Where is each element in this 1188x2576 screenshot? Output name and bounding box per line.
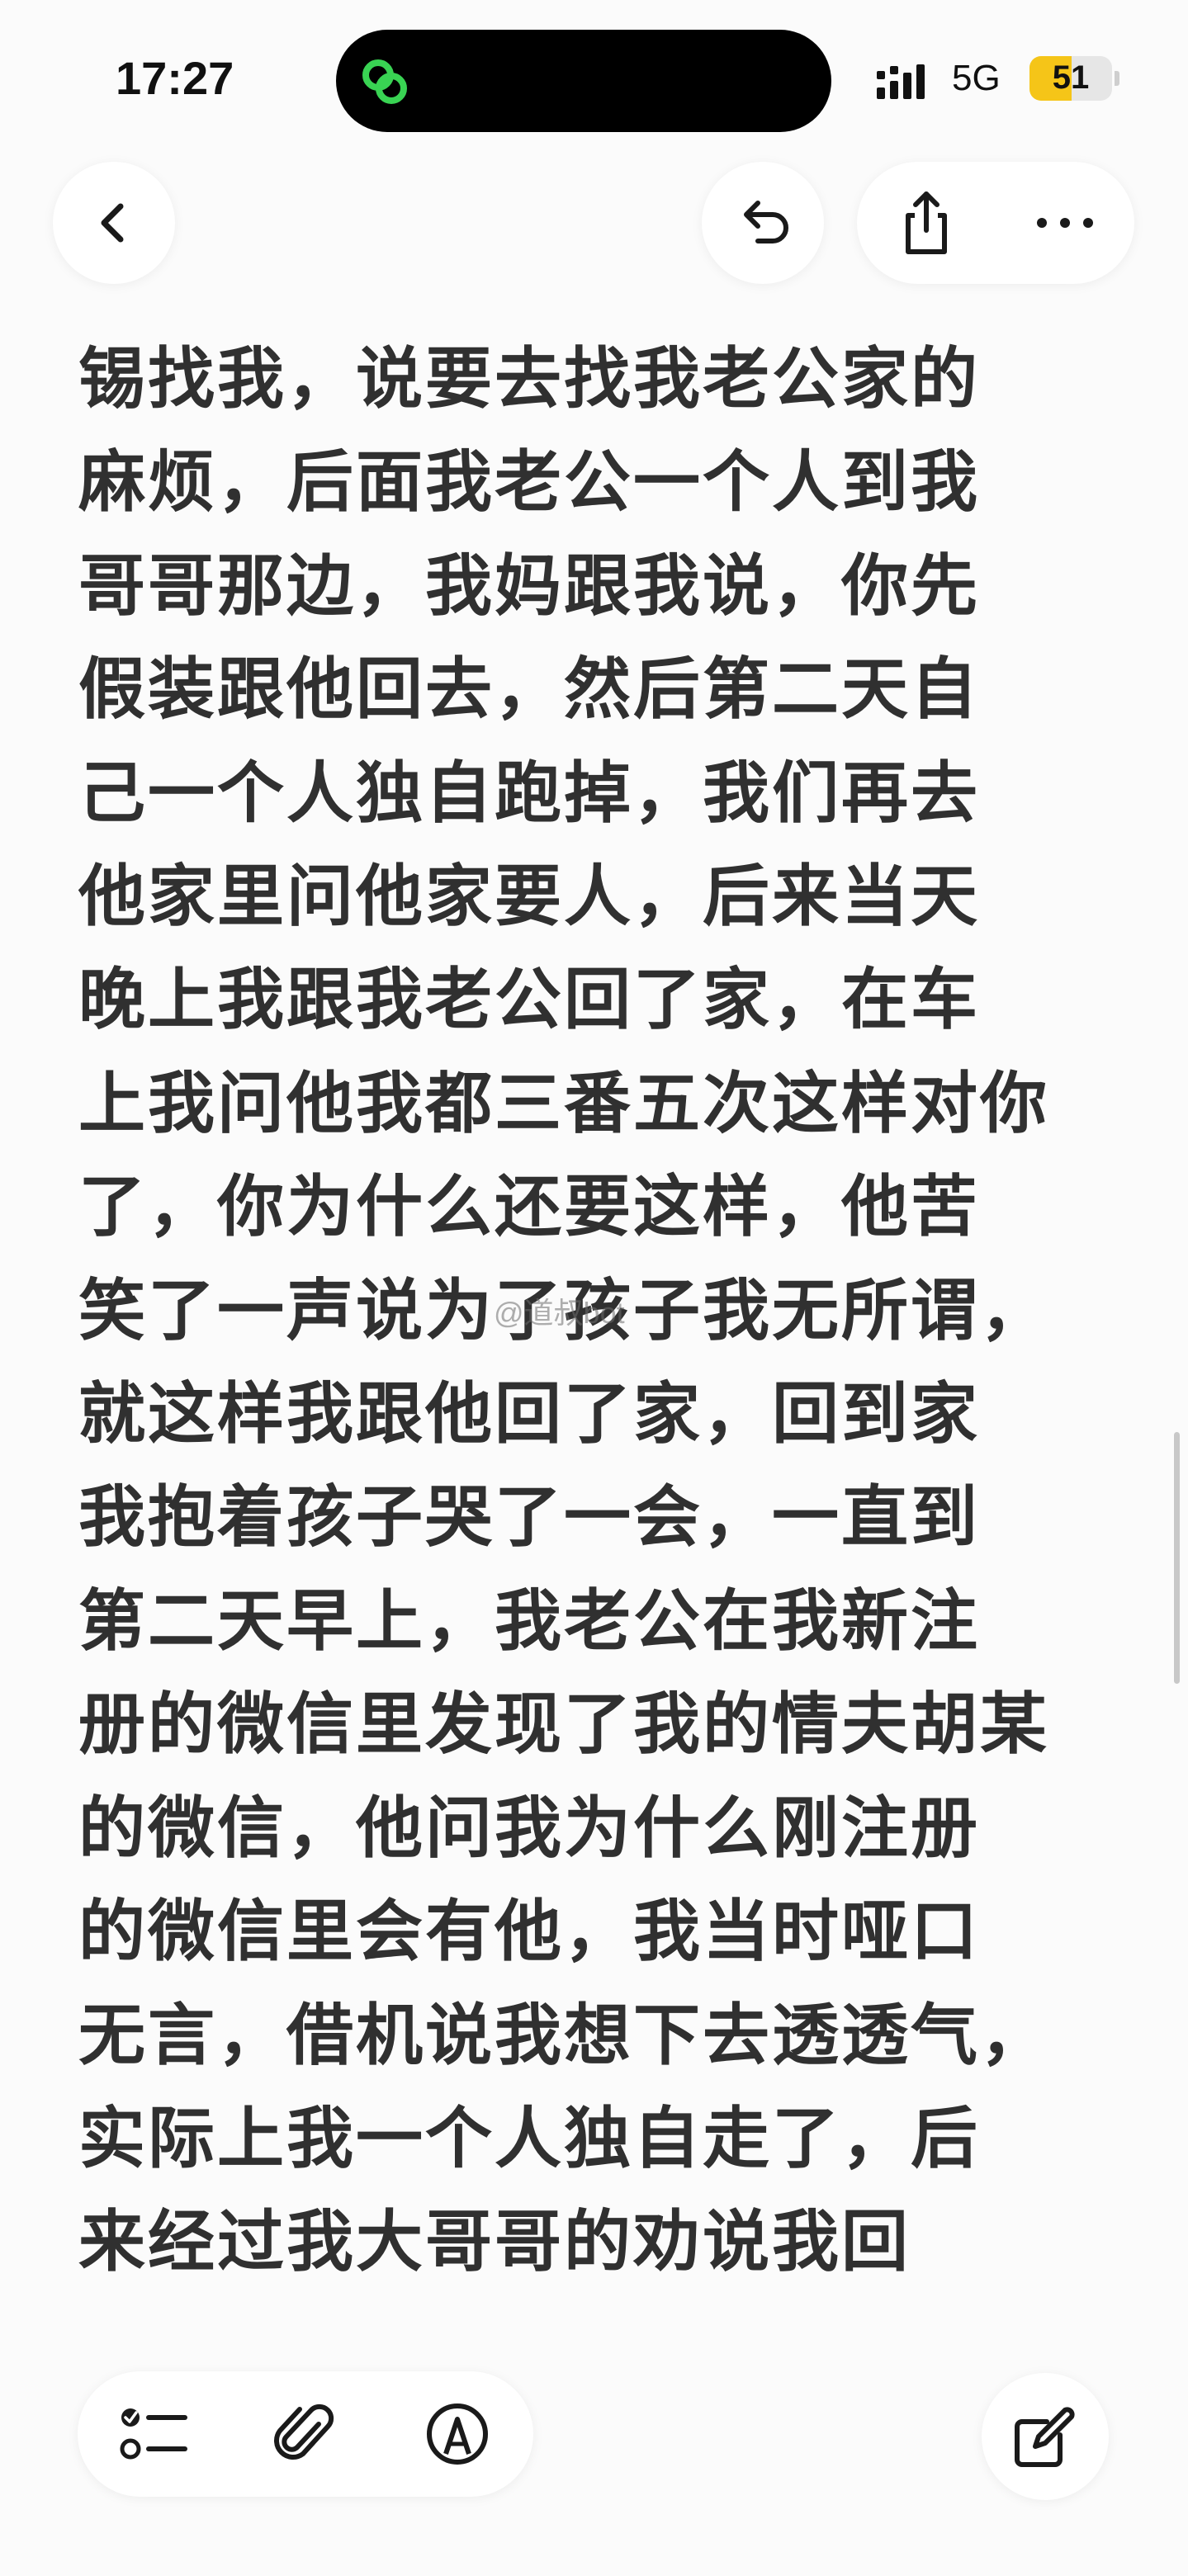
note-line: 了，你为什么还要这样，他苦 (78, 1169, 981, 1247)
scroll-indicator[interactable] (1174, 1432, 1180, 1684)
note-line: 假装跟他回去，然后第二天自 (78, 651, 981, 730)
note-line: 麻烦，后面我老公一个人到我 (78, 444, 981, 522)
note-line: 来经过我大哥哥的劝说我回 (78, 2204, 911, 2282)
note-line: 我抱着孩子哭了一会，一直到 (78, 1479, 981, 1557)
note-line: 无言，借机说我想下去透透气， (78, 1997, 1050, 2075)
more-button[interactable] (996, 162, 1134, 284)
checklist-button[interactable] (78, 2371, 230, 2497)
status-bar: 17:27 5G 51 (0, 0, 1188, 149)
compose-icon (1015, 2407, 1075, 2467)
action-pill (857, 162, 1134, 284)
markup-button[interactable] (381, 2371, 533, 2497)
note-line: 第二天早上，我老公在我新注 (78, 1582, 981, 1661)
note-line: 锡找我，说要去找我老公家的 (78, 341, 981, 418)
paperclip-icon (274, 2403, 334, 2460)
undo-arrow-icon (744, 201, 788, 243)
note-line: 他家里问他家要人，后来当天 (78, 858, 981, 937)
share-button[interactable] (857, 162, 996, 284)
note-line: 册的微信里发现了我的情夫胡某 (78, 1686, 1050, 1765)
note-line: 就这样我跟他回了家，回到家 (78, 1376, 981, 1454)
checklist-icon (120, 2408, 187, 2460)
share-icon (906, 191, 947, 254)
battery-indicator: 51 (1029, 56, 1112, 101)
bottom-toolbar (78, 2371, 533, 2497)
note-line: 己一个人独自跑掉，我们再去 (78, 754, 981, 833)
note-line: 哥哥那边，我妈跟我说，你先 (78, 547, 981, 626)
attachment-button[interactable] (230, 2371, 381, 2497)
network-type: 5G (952, 58, 1001, 98)
more-dots-icon (1037, 218, 1093, 228)
chevron-left-icon (101, 203, 124, 243)
battery-level: 51 (1052, 59, 1090, 96)
compose-button[interactable] (982, 2373, 1109, 2500)
note-line: 实际上我一个人独自走了，后 (78, 2100, 981, 2178)
note-line: 晚上我跟我老公回了家，在车 (78, 962, 981, 1040)
pen-markup-icon (427, 2403, 488, 2465)
watermark-text: @道叔bot (494, 1296, 625, 1330)
note-line: 的微信里会有他，我当时哑口 (78, 1893, 981, 1972)
battery-tip (1115, 71, 1119, 86)
back-button[interactable] (53, 162, 175, 284)
signal-icon (877, 64, 925, 99)
note-line: 的微信，他问我为什么刚注册 (78, 1789, 981, 1868)
status-time: 17:27 (116, 52, 234, 104)
undo-button[interactable] (702, 162, 824, 284)
note-line: 上我问他我都三番五次这样对你 (78, 1065, 1050, 1143)
link-rings-icon (362, 59, 407, 104)
dynamic-island[interactable] (336, 30, 831, 132)
